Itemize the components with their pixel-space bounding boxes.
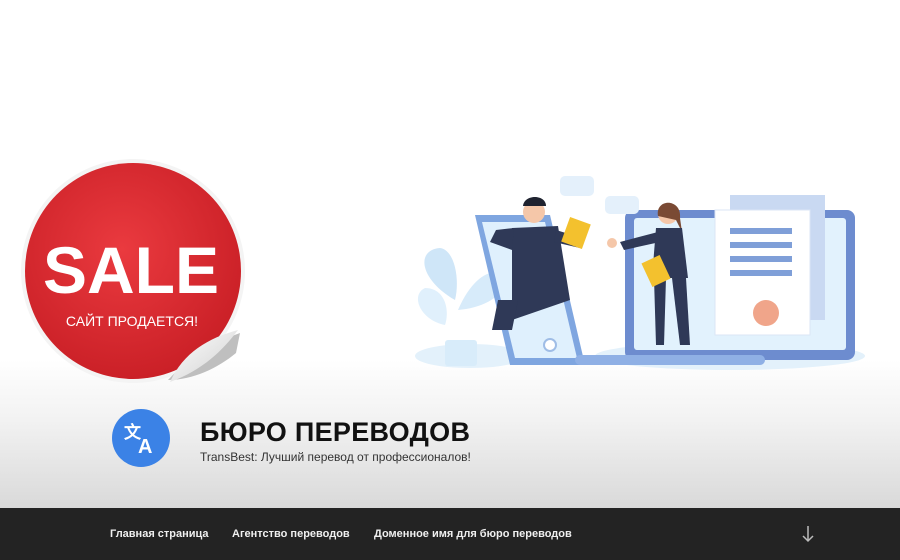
nav-item-home[interactable]: Главная страница <box>110 528 209 540</box>
translate-icon: 文 A <box>124 422 152 458</box>
sale-badge-title: SALE <box>43 233 219 307</box>
sale-badge[interactable]: SALE САЙТ ПРОДАЕТСЯ! <box>18 158 248 388</box>
header-hero: SALE САЙТ ПРОДАЕТСЯ! 文 A БЮРО ПЕРЕВОДОВ … <box>0 0 900 508</box>
arrow-down-icon[interactable] <box>800 525 816 543</box>
site-tagline: TransBest: Лучший перевод от профессиона… <box>200 450 471 464</box>
site-logo[interactable]: 文 A <box>112 409 170 467</box>
nav-item-domain[interactable]: Доменное имя для бюро переводов <box>374 528 572 540</box>
main-navigation: Главная страница Агентство переводов Дом… <box>0 508 900 560</box>
nav-item-agency[interactable]: Агентство переводов <box>232 528 350 540</box>
handshake-illustration <box>415 176 865 370</box>
sale-badge-subtitle: САЙТ ПРОДАЕТСЯ! <box>66 312 198 329</box>
svg-text:A: A <box>138 436 152 458</box>
site-title[interactable]: БЮРО ПЕРЕВОДОВ <box>200 417 470 448</box>
